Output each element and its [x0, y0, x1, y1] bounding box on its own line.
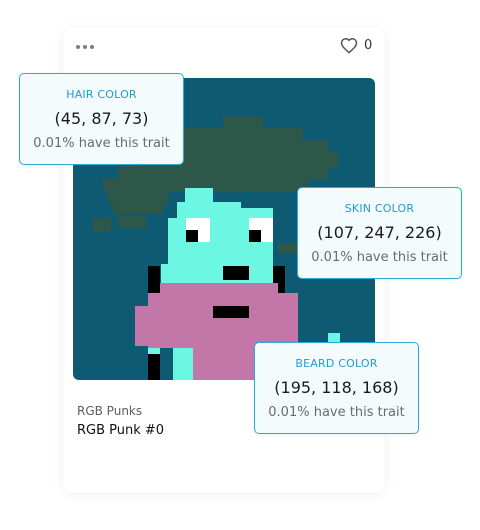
trait-title: SKIN COLOR	[344, 202, 415, 215]
skin-color-trait-tooltip: SKIN COLOR (107, 247, 226) 0.01% have th…	[297, 187, 462, 279]
trait-value: (195, 118, 168)	[274, 378, 399, 397]
beard-color-trait-tooltip: BEARD COLOR (195, 118, 168) 0.01% have t…	[254, 342, 419, 434]
like-count: 0	[364, 38, 373, 53]
trait-rarity: 0.01% have this trait	[311, 250, 448, 265]
ellipsis-icon	[76, 45, 80, 49]
ellipsis-icon-dot	[90, 45, 94, 49]
like-button[interactable]: 0	[340, 37, 372, 54]
trait-rarity: 0.01% have this trait	[268, 405, 405, 420]
item-name[interactable]: RGB Punk #0	[77, 423, 164, 438]
more-options-button[interactable]	[76, 38, 100, 56]
trait-title: BEARD COLOR	[295, 357, 378, 370]
trait-value: (45, 87, 73)	[54, 109, 149, 128]
hair-color-trait-tooltip: HAIR COLOR (45, 87, 73) 0.01% have this …	[19, 73, 184, 165]
ellipsis-icon-dot	[83, 45, 87, 49]
heart-icon	[340, 37, 358, 54]
collection-name[interactable]: RGB Punks	[77, 404, 142, 418]
trait-value: (107, 247, 226)	[317, 223, 442, 242]
trait-rarity: 0.01% have this trait	[33, 136, 170, 151]
trait-title: HAIR COLOR	[66, 88, 137, 101]
